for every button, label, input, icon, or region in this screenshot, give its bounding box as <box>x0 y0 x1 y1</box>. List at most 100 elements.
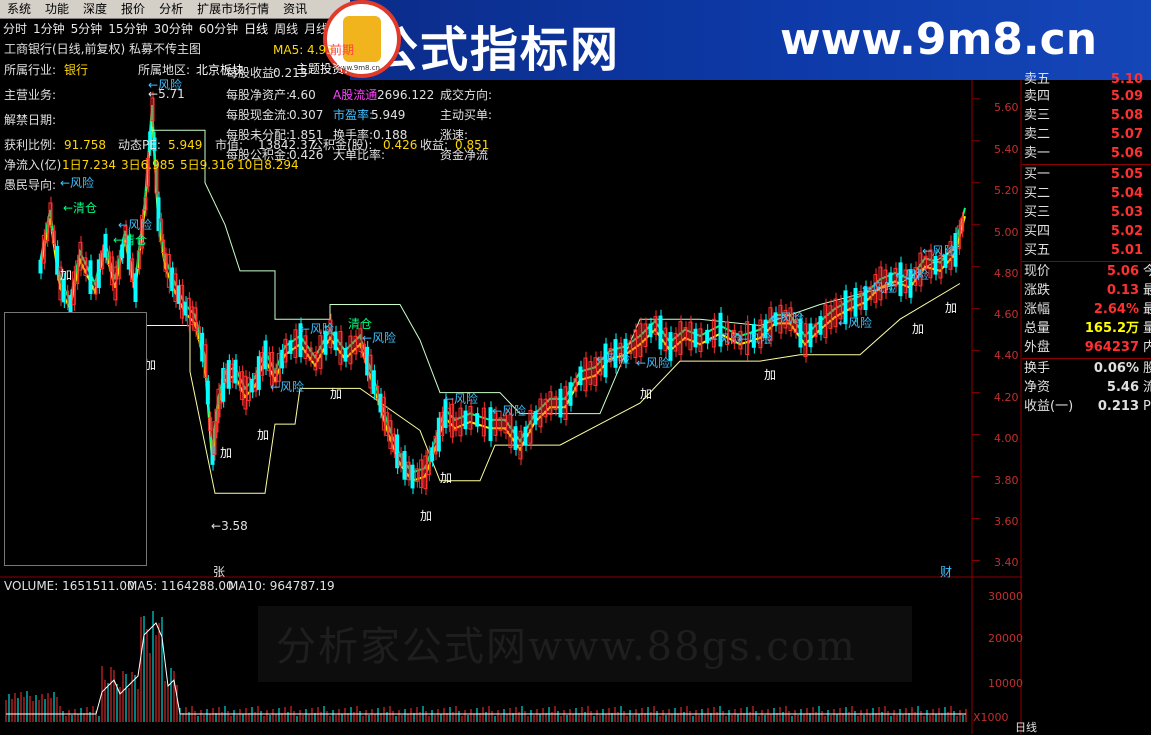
candle-body <box>395 434 400 469</box>
ask-price: 5.09 <box>1110 89 1143 104</box>
quote-panel: 卖五 5.10 卖四 5.09 卖三 5.08 卖二 5.07 卖一 5.06 买一 5.0… <box>1022 72 1151 420</box>
candle-body <box>436 417 441 452</box>
annotation-add: 加 <box>912 322 925 336</box>
unlock-label: 解禁日期: <box>4 113 57 127</box>
stat-value: 2.64% <box>1093 302 1139 317</box>
theme-label: 主题投资: <box>296 62 349 76</box>
region-label: 所属地区: <box>138 63 191 77</box>
menu-ext-market[interactable]: 扩展市场行情 <box>190 0 276 17</box>
big-ratio-label: 大单比率: <box>333 148 386 162</box>
bid-label: 买四 <box>1024 224 1051 239</box>
menu-analysis[interactable]: 分析 <box>152 0 190 17</box>
stat-value: 0.13 <box>1106 283 1139 298</box>
volume-ma5: MA5: 1164288.00 <box>127 579 234 593</box>
volume-unit: X1000 <box>973 711 1009 724</box>
profit-ratio-value: 91.758 <box>64 138 106 152</box>
cashflow-value: 0.307 <box>289 108 324 122</box>
menu-function[interactable]: 功能 <box>38 0 76 17</box>
fund-flow-label: 资金净流 <box>440 148 489 162</box>
volume-y-tick: 30000 <box>988 590 1023 603</box>
ask-row: 卖三 5.08 <box>1022 106 1151 125</box>
stat-cut: 内 <box>1143 340 1151 355</box>
active-buy-label: 主动买单: <box>440 108 493 122</box>
candle-body <box>233 359 238 384</box>
ask-price: 5.07 <box>1110 127 1143 142</box>
tab-5min[interactable]: 5分钟 <box>68 19 106 39</box>
stat-row: 收益(一) 0.213 P <box>1022 397 1151 416</box>
candle-body <box>226 360 231 389</box>
y-tick: 4.00 <box>994 432 1019 445</box>
candle-body <box>250 378 255 393</box>
annotation-risk: ←风险 <box>444 392 479 406</box>
fool-guide-label: 愚民导向: <box>4 178 57 192</box>
candle-body <box>578 366 583 386</box>
annotation-risk: ←风险 <box>636 356 671 370</box>
bid-row: 买一 5.05 <box>1022 165 1151 184</box>
y-tick: 5.20 <box>994 184 1019 197</box>
annotation-add: 加 <box>330 387 343 401</box>
tab-weekly[interactable]: 周线 <box>271 19 301 39</box>
y-tick: 5.00 <box>994 226 1019 239</box>
annotation-risk: ←风险 <box>922 244 957 258</box>
volume-ma10: MA10: 964787.19 <box>228 579 335 593</box>
ask-label: 卖四 <box>1024 89 1051 104</box>
annotation-risk: ←风险 <box>738 332 773 346</box>
volume-y-tick: 10000 <box>988 677 1023 690</box>
float-value: 2696.122 <box>377 88 435 102</box>
tab-1min[interactable]: 1分钟 <box>30 19 68 39</box>
bid-label: 买二 <box>1024 186 1051 201</box>
tab-15min[interactable]: 15分钟 <box>105 19 150 39</box>
ask-row: 卖四 5.09 <box>1022 87 1151 106</box>
menu-system[interactable]: 系统 <box>0 0 38 17</box>
annotation-clear-plain: 清仓 <box>348 317 373 331</box>
stat-label: 换手 <box>1024 361 1051 376</box>
y-tick: 4.20 <box>994 391 1019 404</box>
bid-row: 买三 5.03 <box>1022 203 1151 222</box>
volume-y-tick: 20000 <box>988 632 1023 645</box>
eps-label: 每股收益: <box>226 66 279 80</box>
menu-depth[interactable]: 深度 <box>76 0 114 17</box>
annotation-risk: ←风险 <box>708 332 743 346</box>
menu-quote[interactable]: 报价 <box>114 0 152 17</box>
daily-tab-cut[interactable]: 日线 <box>1015 721 1037 735</box>
stat-label: 收益(一) <box>1024 399 1074 414</box>
stat-cut: 最 <box>1143 283 1151 298</box>
trade-dir-label: 成交方向: <box>440 88 493 102</box>
bid-row: 买五 5.01 <box>1022 241 1151 260</box>
y-tick: 4.60 <box>994 308 1019 321</box>
industry-value: 银行 <box>64 63 89 77</box>
ask-row: 卖二 5.07 <box>1022 125 1151 144</box>
stat-value: 964237 <box>1084 340 1139 355</box>
tab-60min[interactable]: 60分钟 <box>196 19 241 39</box>
candle-body <box>88 260 93 295</box>
candle-body <box>343 348 348 362</box>
tab-30min[interactable]: 30分钟 <box>151 19 196 39</box>
net-inflow-5d: 5日9.316 <box>180 158 234 172</box>
bid-price: 5.04 <box>1110 186 1143 201</box>
ask-price: 5.08 <box>1110 108 1143 123</box>
stat-cut: P <box>1143 399 1151 414</box>
candle-body <box>280 349 285 369</box>
candle-body <box>378 393 383 413</box>
popup-panel <box>4 312 147 566</box>
stock-title: 工商银行(日线,前复权) 私募不传主图 <box>4 42 201 56</box>
stat-row: 净资 5.46 流 <box>1022 378 1151 397</box>
bid-price: 5.02 <box>1110 224 1143 239</box>
ask-price: 5.06 <box>1110 146 1143 161</box>
candle-body <box>818 316 823 335</box>
candle-body <box>693 328 698 348</box>
stat-cut: 最 <box>1143 302 1151 317</box>
tab-daily[interactable]: 日线 <box>241 19 271 39</box>
ask-label: 卖一 <box>1024 146 1051 161</box>
tab-timeshare[interactable]: 分时 <box>0 19 30 39</box>
candle-body <box>402 451 407 480</box>
candle-body <box>38 259 43 274</box>
high-price-value: 5.71 <box>158 87 185 101</box>
y-tick: 3.40 <box>994 556 1019 569</box>
candle-body <box>410 464 415 489</box>
business-label: 主营业务: <box>4 88 57 102</box>
annotation-add: 加 <box>764 368 777 382</box>
menu-news[interactable]: 资讯 <box>276 0 314 17</box>
candle-body <box>463 410 468 430</box>
stat-row: 涨跌 0.13 最 <box>1022 281 1151 300</box>
